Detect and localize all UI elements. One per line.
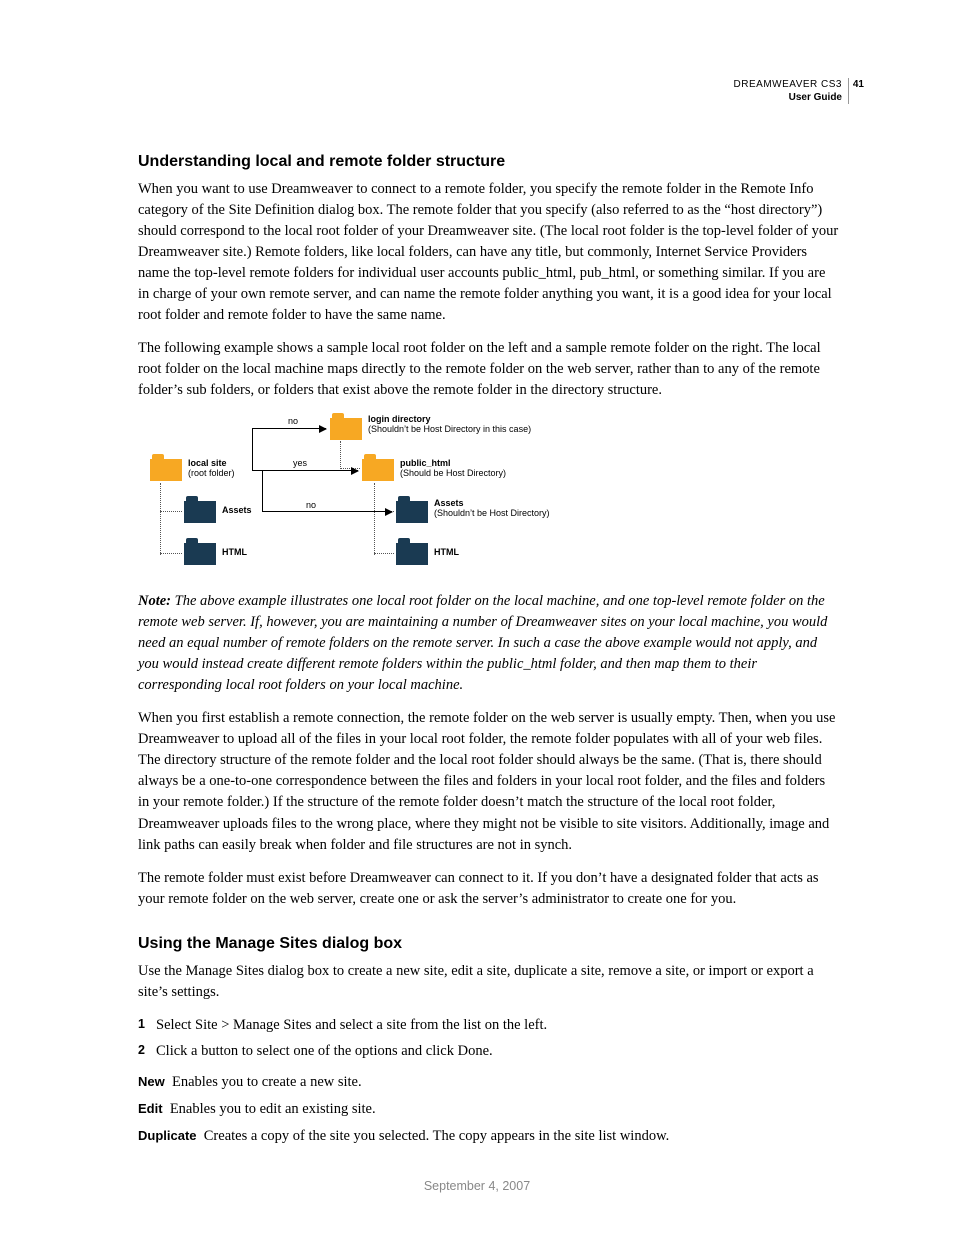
body-paragraph: When you first establish a remote connec… [138,708,839,855]
note-label: Note: [138,593,171,609]
folder-structure-diagram: local site (root folder) Assets HTML log… [140,413,550,573]
definition-desc: Enables you to edit an existing site. [170,1101,376,1117]
heading-manage-sites: Using the Manage Sites dialog box [138,932,839,955]
page-number: 41 [853,78,864,93]
folder-label: HTML [222,548,247,558]
step-item: 2 Click a button to select one of the op… [138,1041,839,1062]
folder-icon [396,543,428,565]
diagram-tag: no [288,417,298,427]
definition-item: Edit Enables you to edit an existing sit… [138,1099,839,1120]
step-item: 1 Select Site > Manage Sites and select … [138,1015,839,1036]
body-paragraph: Use the Manage Sites dialog box to creat… [138,961,839,1003]
diagram-tag: yes [293,459,307,469]
arrow-icon [252,428,326,429]
step-number: 1 [138,1015,145,1033]
folder-label: public_html (Should be Host Directory) [400,459,506,479]
folder-label: HTML [434,548,459,558]
body-paragraph: The following example shows a sample loc… [138,338,839,401]
folder-label: Assets (Shouldn’t be Host Directory) [434,499,550,519]
folder-icon [184,501,216,523]
folder-icon [362,459,394,481]
definition-item: Duplicate Creates a copy of the site you… [138,1126,839,1147]
diagram-tag: no [306,501,316,511]
numbered-steps: 1 Select Site > Manage Sites and select … [138,1015,839,1062]
definition-desc: Enables you to create a new site. [172,1074,362,1090]
folder-icon [184,543,216,565]
arrow-icon [252,470,358,471]
definition-term: Duplicate [138,1128,197,1143]
body-paragraph: The remote folder must exist before Drea… [138,868,839,910]
page-header: DREAMWEAVER CS3 User Guide [734,78,849,104]
folder-icon [150,459,182,481]
product-name: DREAMWEAVER CS3 [734,79,842,90]
heading-folder-structure: Understanding local and remote folder st… [138,150,839,173]
folder-label: login directory (Shouldn’t be Host Direc… [368,415,531,435]
step-number: 2 [138,1041,145,1059]
note-paragraph: Note: The above example illustrates one … [138,591,839,696]
folder-icon [330,418,362,440]
arrow-icon [262,511,392,512]
definition-term: New [138,1074,165,1089]
definition-item: New Enables you to create a new site. [138,1072,839,1093]
folder-label: Assets [222,506,252,516]
folder-label: local site (root folder) [188,459,235,479]
definition-desc: Creates a copy of the site you selected.… [204,1128,669,1144]
page-footer-date: September 4, 2007 [0,1177,954,1195]
folder-icon [396,501,428,523]
definition-term: Edit [138,1101,163,1116]
body-paragraph: When you want to use Dreamweaver to conn… [138,179,839,326]
guide-name: User Guide [789,92,842,103]
